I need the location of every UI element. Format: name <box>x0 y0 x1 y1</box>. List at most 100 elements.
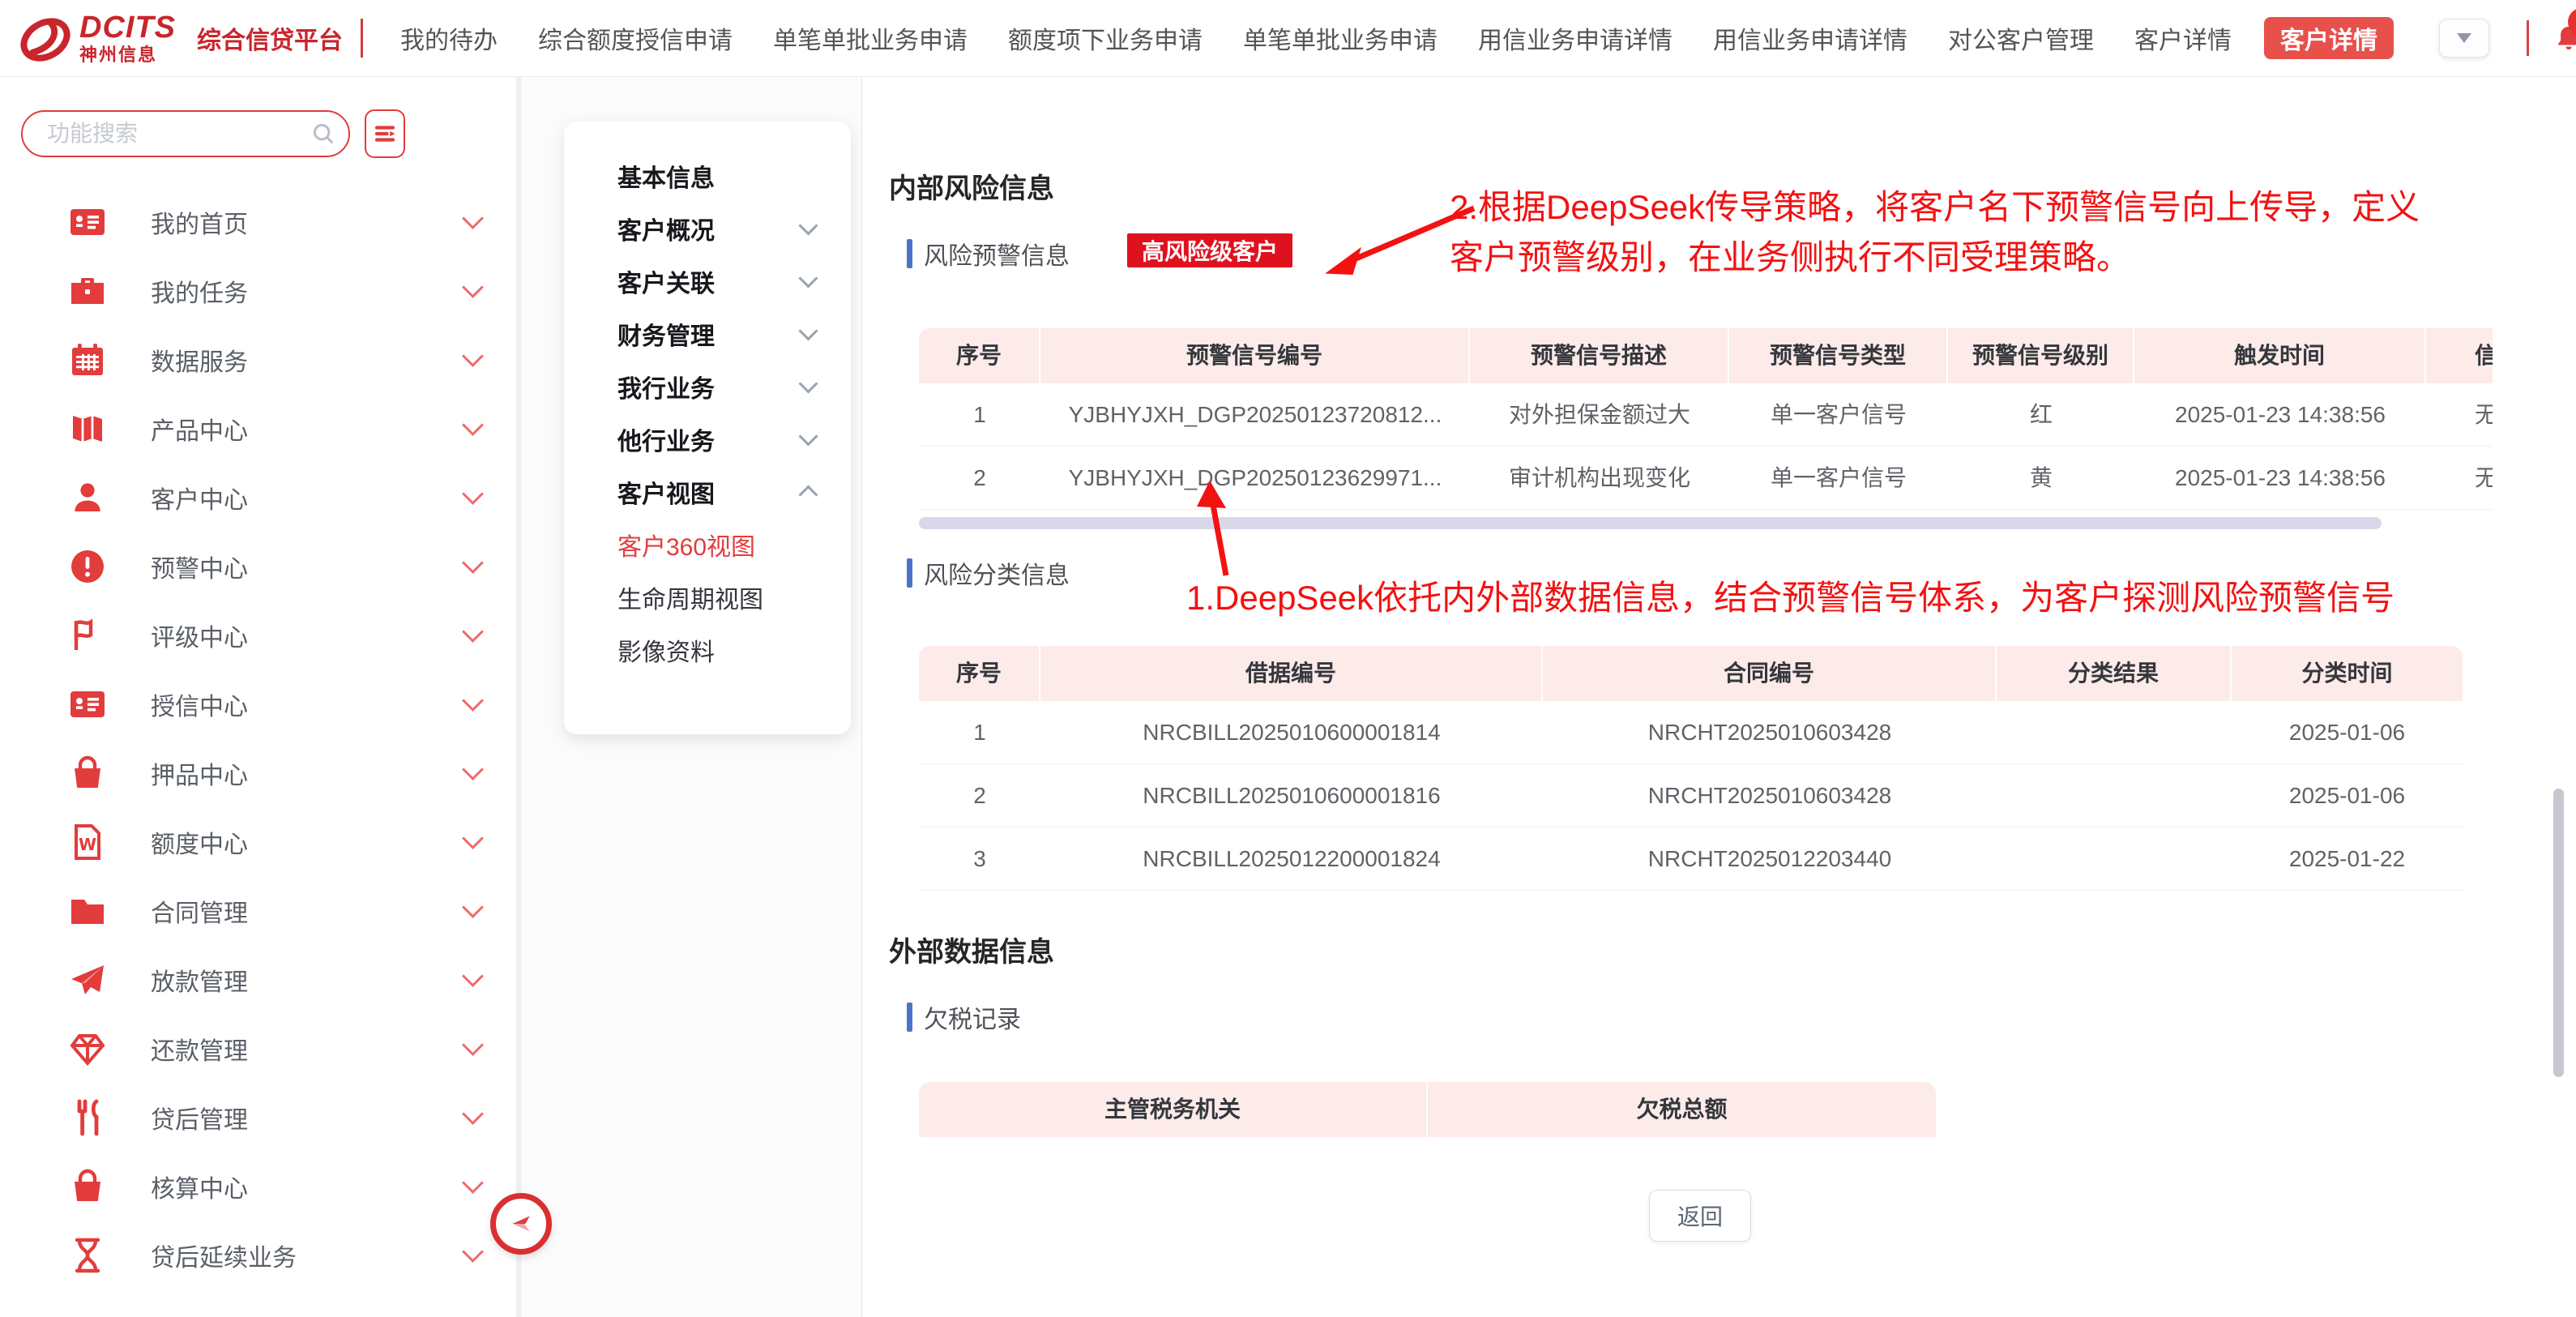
submenu-item[interactable]: 财务管理 <box>564 307 851 360</box>
submenu-item[interactable]: 他行业务 <box>564 413 851 465</box>
tax-section-title: 欠税记录 <box>924 999 1021 1035</box>
sidebar-item[interactable]: 还款管理 <box>0 1014 516 1083</box>
left-sidebar: 我的首页我的任务数据服务产品中心客户中心预警中心评级中心授信中心押品中心W额度中… <box>0 77 521 1317</box>
sidebar-item[interactable]: 合同管理 <box>0 876 516 945</box>
sidebar-item[interactable]: 产品中心 <box>0 394 516 463</box>
submenu-item-active[interactable]: 客户360视图 <box>564 518 851 571</box>
section-bar-icon <box>907 1003 912 1032</box>
risk-class-section-header: 风险分类信息 <box>907 555 1070 591</box>
chevron-down-icon <box>462 345 484 367</box>
sidebar-item[interactable]: 客户中心 <box>0 463 516 532</box>
folder-icon <box>68 890 110 932</box>
nav-tab[interactable]: 单笔单批业务申请 <box>773 20 968 56</box>
nav-tab[interactable]: 额度项下业务申请 <box>1008 20 1203 56</box>
sidebar-item[interactable]: 评级中心 <box>0 601 516 669</box>
table-cell: 审计机构出现变化 <box>1470 447 1729 509</box>
section-bar-icon <box>907 558 912 588</box>
risk-class-section-title: 风险分类信息 <box>924 555 1070 591</box>
page-scrollbar[interactable] <box>2553 789 2564 1077</box>
sidebar-item-label: 客户中心 <box>151 480 465 515</box>
nav-tab[interactable]: 对公客户管理 <box>1948 20 2094 56</box>
nav-tab[interactable]: 用信业务申请详情 <box>1713 20 1907 56</box>
table-cell: 黄 <box>1948 447 2134 509</box>
nav-tab[interactable]: 综合额度授信申请 <box>538 20 733 56</box>
table-row[interactable]: 1NRCBILL2025010600001814NRCHT20250106034… <box>919 701 2463 764</box>
notification-bell-icon[interactable]: 0 <box>2553 23 2576 53</box>
submenu-item-label: 生命周期视图 <box>617 579 815 615</box>
submenu-item[interactable]: 客户关联 <box>564 254 851 307</box>
sidebar-collapse-button[interactable] <box>490 1193 552 1255</box>
column-header: 信 <box>2426 328 2493 383</box>
top-navbar: DCITS 神州信息 综合信贷平台 我的待办综合额度授信申请单笔单批业务申请额度… <box>0 0 2576 77</box>
risk-class-table: 序号借据编号合同编号分类结果分类时间1NRCBILL20250106000018… <box>919 646 2463 891</box>
submenu-item[interactable]: 客户视图 <box>564 465 851 518</box>
chevron-down-icon <box>462 896 484 918</box>
nav-divider <box>2527 20 2529 56</box>
briefcase-icon <box>68 270 110 312</box>
submenu-item-label: 客户关联 <box>617 263 801 299</box>
submenu-item[interactable]: 基本信息 <box>564 149 851 202</box>
sidebar-item-label: 我的首页 <box>151 204 465 240</box>
table-row[interactable]: 3NRCBILL2025012200001824NRCHT20250122034… <box>919 827 2463 891</box>
book-icon <box>68 408 110 450</box>
chevron-down-icon <box>798 426 818 446</box>
flag-icon <box>68 614 110 656</box>
chevron-down-icon <box>462 1103 484 1125</box>
back-button[interactable]: 返回 <box>1649 1190 1751 1242</box>
person-icon <box>68 477 110 519</box>
nav-tab-active[interactable]: 客户详情 <box>2264 17 2394 59</box>
submenu-item-label: 我行业务 <box>617 369 801 404</box>
sidebar-item[interactable]: 放款管理 <box>0 945 516 1014</box>
page: DCITS 神州信息 综合信贷平台 我的待办综合额度授信申请单笔单批业务申请额度… <box>0 0 2576 1317</box>
customer-view-submenu: 基本信息客户概况客户关联财务管理我行业务他行业务客户视图客户360视图生命周期视… <box>564 122 851 734</box>
menu-toggle-button[interactable] <box>365 109 405 158</box>
sidebar-item-label: 授信中心 <box>151 686 465 722</box>
submenu-item[interactable]: 我行业务 <box>564 360 851 413</box>
function-search-box[interactable] <box>21 110 350 157</box>
sidebar-item-label: 我的任务 <box>151 273 465 309</box>
table-cell <box>1997 701 2232 763</box>
column-header: 欠税总额 <box>1428 1082 1936 1137</box>
horizontal-scrollbar[interactable] <box>919 517 2382 529</box>
bag-icon <box>68 1165 110 1208</box>
table-cell: 2025-01-23 14:38:56 <box>2134 383 2426 446</box>
sidebar-item-label: 预警中心 <box>151 549 465 584</box>
sidebar-item[interactable]: 核算中心 <box>0 1152 516 1221</box>
sidebar-item[interactable]: 预警中心 <box>0 532 516 601</box>
sidebar-item[interactable]: W额度中心 <box>0 807 516 876</box>
sidebar-item[interactable]: 数据服务 <box>0 325 516 394</box>
sidebar-item[interactable]: 我的首页 <box>0 187 516 256</box>
table-cell: 2 <box>919 447 1040 509</box>
nav-tab[interactable]: 单笔单批业务申请 <box>1243 20 1438 56</box>
column-header: 预警信号级别 <box>1948 328 2134 383</box>
sidebar-item[interactable]: 贷后管理 <box>0 1083 516 1152</box>
submenu-item[interactable]: 生命周期视图 <box>564 571 851 623</box>
submenu-item-label: 基本信息 <box>617 158 815 194</box>
chevron-down-icon <box>798 216 818 235</box>
search-input[interactable] <box>45 115 300 152</box>
tax-section-header: 欠税记录 <box>907 999 1021 1035</box>
sidebar-item[interactable]: 押品中心 <box>0 738 516 807</box>
chevron-down-icon <box>462 276 484 298</box>
column-header: 主管税务机关 <box>919 1082 1428 1137</box>
annotation-note-2: 2.根据DeepSeek传导策略，将客户名下预警信号向上传导，定义 客户预警级别… <box>1450 182 2420 283</box>
table-row[interactable]: 2NRCBILL2025010600001816NRCHT20250106034… <box>919 764 2463 827</box>
table-row[interactable]: 1YJBHYJXH_DGP20250123720812...对外担保金额过大单一… <box>919 383 2493 447</box>
column-header: 预警信号类型 <box>1729 328 1948 383</box>
nav-tab[interactable]: 客户详情 <box>2134 20 2232 56</box>
sidebar-item[interactable]: 授信中心 <box>0 669 516 738</box>
column-header: 合同编号 <box>1543 646 1997 701</box>
sidebar-item-label: 合同管理 <box>151 893 465 929</box>
sidebar-item[interactable]: 我的任务 <box>0 256 516 325</box>
nav-tab[interactable]: 我的待办 <box>400 20 498 56</box>
nav-dropdown-button[interactable] <box>2439 19 2489 58</box>
submenu-item[interactable]: 影像资料 <box>564 623 851 676</box>
internal-risk-title: 内部风险信息 <box>889 166 1054 206</box>
calendar-icon <box>68 339 110 381</box>
chevron-down-icon <box>462 1034 484 1056</box>
nav-tab[interactable]: 用信业务申请详情 <box>1478 20 1672 56</box>
table-row[interactable]: 2YJBHYJXH_DGP20250123629971...审计机构出现变化单一… <box>919 447 2493 510</box>
sidebar-item[interactable]: 贷后延续业务 <box>0 1221 516 1289</box>
submenu-item[interactable]: 客户概况 <box>564 202 851 254</box>
column-header: 借据编号 <box>1040 646 1543 701</box>
